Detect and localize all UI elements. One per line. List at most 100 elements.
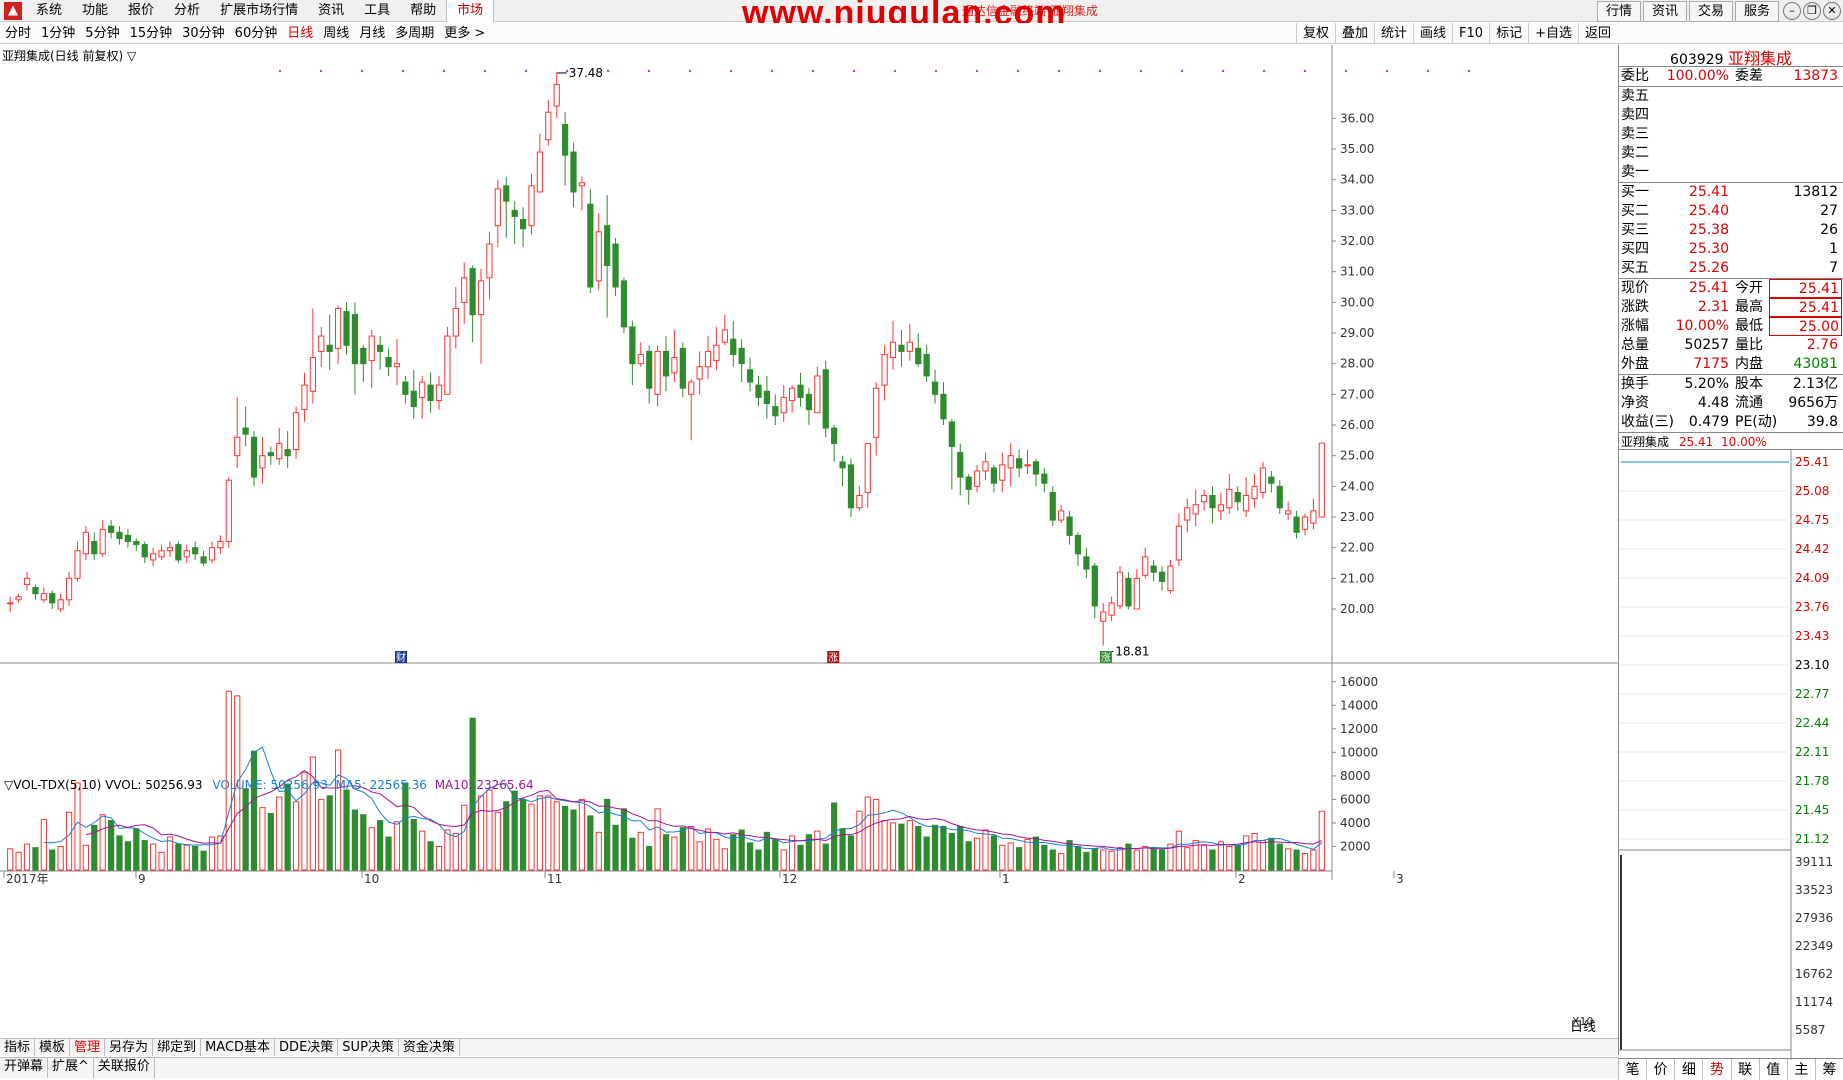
panel-tab-1[interactable]: 价 <box>1646 1059 1674 1080</box>
intraday-price-label: 22.44 <box>1795 716 1829 730</box>
stat-row: 换手 5.20% 股本 2.13亿 <box>1619 375 1843 394</box>
bid-price: 25.40 <box>1688 203 1729 219</box>
tool-adjust[interactable]: 复权 <box>1295 23 1335 44</box>
menu-item-quote[interactable]: 报价 <box>118 0 164 22</box>
bottom-tab-0[interactable]: 开弹幕 <box>0 1058 49 1078</box>
stat-value: 50257 <box>1684 337 1729 353</box>
trade-button[interactable]: 交易 <box>1688 1 1733 22</box>
tool-back[interactable]: 返回 <box>1577 23 1617 44</box>
indicator-tab-6[interactable]: DDE决策 <box>275 1039 339 1056</box>
panel-tab-4[interactable]: 联 <box>1730 1059 1759 1080</box>
period-tab-multi[interactable]: 多周期 <box>390 23 439 44</box>
period-tab-weekly[interactable]: 周线 <box>318 23 354 44</box>
news-button[interactable]: 资讯 <box>1642 1 1687 22</box>
price-tick-label: 25.00 <box>1340 449 1374 463</box>
menu-item-market[interactable]: 市场 <box>446 0 495 22</box>
candle-body <box>309 357 316 392</box>
menu-item-analysis[interactable]: 分析 <box>164 0 210 22</box>
bottom-tab-1[interactable]: 扩展^ <box>48 1058 94 1078</box>
tool-stats[interactable]: 统计 <box>1374 23 1413 44</box>
volume-bar <box>570 809 577 871</box>
close-icon[interactable]: ✕ <box>1823 2 1841 20</box>
indicator-tab-5[interactable]: MACD基本 <box>201 1039 276 1056</box>
indicator-tab-3[interactable]: 另存为 <box>105 1039 154 1056</box>
candle-body <box>1083 556 1090 570</box>
volume-tick-label: 8000 <box>1340 769 1371 783</box>
volume-bar <box>1293 849 1300 871</box>
period-tab-30min[interactable]: 30分钟 <box>177 23 230 44</box>
volume-bar <box>57 845 64 871</box>
period-tab-monthly[interactable]: 月线 <box>354 23 390 44</box>
quote-panel: 603929 亚翔集成 委比 100.00% 委差 13873 卖五 卖四 卖三 卖二… <box>1618 45 1843 1060</box>
volume-bar <box>1226 845 1233 871</box>
indicator-tab-1[interactable]: 模板 <box>35 1039 71 1056</box>
panel-tab-3[interactable]: 势 <box>1702 1059 1730 1080</box>
tool-overlay[interactable]: 叠加 <box>1334 23 1374 44</box>
ask-label: 卖二 <box>1621 145 1649 161</box>
indicator-tab-8[interactable]: 资金决策 <box>399 1039 460 1056</box>
candle-body <box>595 231 602 282</box>
volume-bar <box>452 833 459 871</box>
order-ratio-row: 委比 100.00% 委差 13873 <box>1619 67 1843 86</box>
tool-add-watchlist[interactable]: +自选 <box>1528 23 1578 44</box>
period-tab-5min[interactable]: 5分钟 <box>80 23 124 44</box>
candle-body <box>107 525 115 533</box>
tool-draw[interactable]: 画线 <box>1413 23 1452 44</box>
volume-bar <box>250 750 258 871</box>
tool-mark[interactable]: 标记 <box>1489 23 1528 44</box>
candle-body <box>805 393 813 411</box>
service-button[interactable]: 服务 <box>1734 1 1779 22</box>
bottom-tab-2[interactable]: 关联报价 <box>94 1058 155 1078</box>
volume-bar <box>780 849 787 871</box>
panel-tab-5[interactable]: 值 <box>1758 1059 1787 1080</box>
candle-body <box>990 467 998 484</box>
indicator-tab-2[interactable]: 管理 <box>70 1039 106 1056</box>
kline-chart-area[interactable]: 36.00 35.00 34.00 33.00 32.00 31.00 30.00 29.00… <box>0 45 1618 1045</box>
tool-f10[interactable]: F10 <box>1452 23 1489 44</box>
info-dot <box>1139 69 1143 73</box>
candle-body <box>1268 476 1275 484</box>
candle-body <box>604 225 611 267</box>
candle-body <box>553 84 560 107</box>
panel-tab-0[interactable]: 笔 <box>1618 1059 1646 1080</box>
app-logo-icon[interactable] <box>4 1 22 20</box>
stat-row: 现价 25.41 今开 25.41 <box>1619 279 1843 298</box>
quote-button[interactable]: 行情 <box>1596 1 1641 22</box>
volume-bar <box>1074 845 1082 871</box>
indicator-tab-0[interactable]: 指标 <box>0 1039 36 1056</box>
volume-bar <box>1234 844 1241 871</box>
candle-body <box>1041 473 1048 484</box>
intraday-chart[interactable]: 25.41 25.08 24.75 24.42 24.09 23.76 23.43 23.10… <box>1619 450 1843 1060</box>
indicator-tab-7[interactable]: SUP决策 <box>338 1039 399 1056</box>
menu-item-tools[interactable]: 工具 <box>354 0 400 22</box>
bid-row: 买三 25.38 26 <box>1619 221 1843 240</box>
price-tick-label: 35.00 <box>1340 142 1374 156</box>
period-tab-daily[interactable]: 日线 <box>282 23 318 44</box>
period-tab-1min[interactable]: 1分钟 <box>36 23 80 44</box>
stat-label: 总量 <box>1621 337 1649 353</box>
menu-item-news[interactable]: 资讯 <box>308 0 354 22</box>
menu-item-extended-market[interactable]: 扩展市场行情 <box>210 0 308 22</box>
period-tab-15min[interactable]: 15分钟 <box>125 23 178 44</box>
period-tab-60min[interactable]: 60分钟 <box>230 23 283 44</box>
top-right-buttons: 行情 资讯 交易 服务 <box>1595 0 1779 22</box>
indicator-tab-4[interactable]: 绑定到 <box>153 1039 202 1056</box>
candle-body <box>1142 556 1149 576</box>
candle-body <box>629 326 636 365</box>
panel-tab-6[interactable]: 主 <box>1786 1059 1815 1080</box>
panel-tab-2[interactable]: 细 <box>1674 1059 1702 1080</box>
candle-body <box>906 341 913 352</box>
menu-item-help[interactable]: 帮助 <box>400 0 446 22</box>
candle-body <box>192 547 199 555</box>
volume-bar <box>587 815 594 871</box>
volume-bar <box>318 798 325 871</box>
window-controls: – ❐ ✕ <box>1781 2 1841 20</box>
menu-item-function[interactable]: 功能 <box>72 0 118 22</box>
restore-icon[interactable]: ❐ <box>1803 2 1821 20</box>
period-tab-timeshare[interactable]: 分时 <box>0 23 36 44</box>
menu-item-system[interactable]: 系统 <box>26 0 72 22</box>
candle-body <box>225 479 232 543</box>
panel-tab-7[interactable]: 筹 <box>1814 1059 1843 1080</box>
period-tab-more[interactable]: 更多 > <box>439 23 490 44</box>
minimize-icon[interactable]: – <box>1783 2 1801 20</box>
